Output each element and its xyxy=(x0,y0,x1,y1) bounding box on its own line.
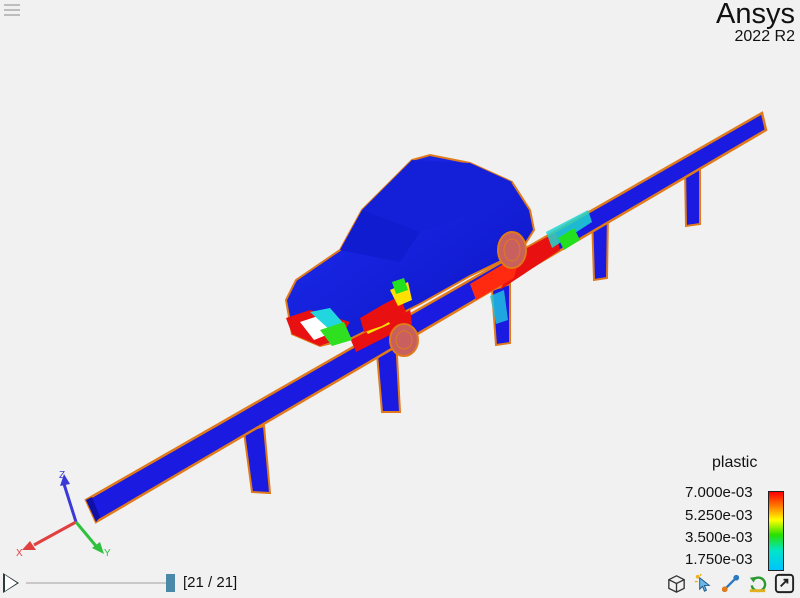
legend-title: plastic xyxy=(712,454,758,471)
hamburger-menu-icon[interactable] xyxy=(4,4,20,17)
3d-viewport[interactable]: Z X Y xyxy=(0,0,800,598)
axis-label-z: Z xyxy=(59,470,65,481)
brand-name: Ansys xyxy=(716,0,795,30)
frame-slider-handle[interactable] xyxy=(166,574,175,592)
legend-label-max: 7.000e-03 xyxy=(685,484,753,501)
wheel xyxy=(389,323,419,357)
color-legend-bar xyxy=(768,491,784,571)
guardrail-post xyxy=(242,424,272,495)
frame-counter: [21 / 21] xyxy=(183,574,238,591)
axis-label-y: Y xyxy=(104,548,111,559)
pick-icon[interactable] xyxy=(692,572,715,595)
legend-label-3: 3.500e-03 xyxy=(685,529,753,546)
frame-slider-track[interactable] xyxy=(26,582,174,584)
measure-icon[interactable] xyxy=(719,572,742,595)
fullscreen-icon[interactable] xyxy=(773,572,796,595)
cube-view-icon[interactable] xyxy=(665,572,688,595)
play-icon[interactable] xyxy=(3,573,19,593)
axis-label-x: X xyxy=(16,548,23,559)
view-toolbar xyxy=(665,572,796,595)
reset-view-icon[interactable] xyxy=(746,572,769,595)
legend-label-2: 5.250e-03 xyxy=(685,507,753,524)
animation-controls: [21 / 21] xyxy=(0,570,800,598)
legend-label-min: 1.750e-03 xyxy=(685,551,753,568)
brand-header: Ansys 2022 R2 xyxy=(716,0,795,45)
wheel xyxy=(497,231,527,269)
brand-version: 2022 R2 xyxy=(734,28,796,45)
